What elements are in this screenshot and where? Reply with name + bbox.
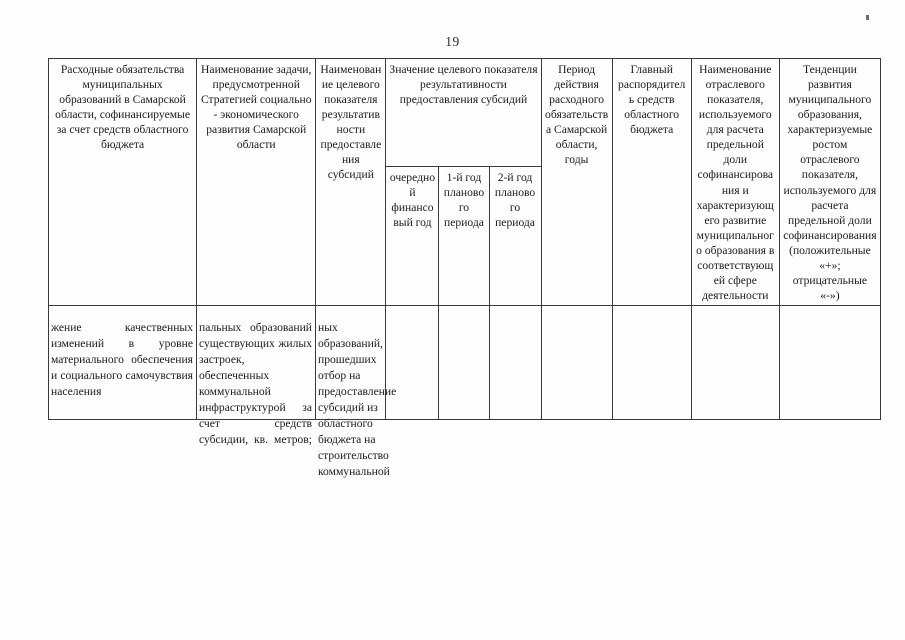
- table-header-row-top: Расходные обязательства муниципальных об…: [47, 58, 882, 306]
- continued-text-block: жение качественных изменений в уровне ма…: [48, 320, 881, 480]
- header-cell-strategy-task-name: Наименование задачи, предусмотренной Стр…: [196, 58, 317, 306]
- header-cell-development-trends: Тенденции развития муниципального образо…: [778, 58, 882, 306]
- header-cell-obligation-period: Период действия расходного обязательства…: [540, 58, 613, 306]
- page-number: 19: [445, 34, 460, 49]
- continued-text-paragraph-2: пальных образований существующих жилых з…: [199, 321, 312, 446]
- header-cell-chief-administrator: Главный распорядитель средств областного…: [611, 58, 692, 306]
- scan-artifact-mark: [866, 15, 869, 20]
- header-cell-target-indicator-name: Наименование целевого показателя результ…: [315, 58, 387, 306]
- header-cell-sector-indicator-name: Наименование отраслевого показателя, исп…: [690, 58, 780, 306]
- continued-text-column-target-indicator: пальных образований существующих жилых з…: [196, 320, 315, 448]
- header-cell-second-planning-year: 2-й год планового периода: [488, 165, 542, 307]
- header-cell-current-financial-year: очередной финансовый год: [385, 165, 440, 307]
- continued-text-paragraph-1: жение качественных изменений в уровне ма…: [51, 321, 193, 398]
- continued-text-paragraph-3: ных образований, прошедших отбор на пред…: [318, 321, 397, 478]
- header-cell-expenditure-obligations: Расходные обязательства муниципальных об…: [47, 58, 198, 306]
- header-cell-target-indicator-value-group: Значение целевого показателя результатив…: [385, 58, 542, 167]
- continued-text-column-strategy-task: жение качественных изменений в уровне ма…: [48, 320, 196, 400]
- header-cell-first-planning-year: 1-й год планового периода: [438, 165, 490, 307]
- document-page: 19 Расходные обязательства муниципальных…: [0, 0, 905, 640]
- continued-text-column-current-year: ных образований, прошедших отбор на пред…: [315, 320, 397, 480]
- continued-text-columns: жение качественных изменений в уровне ма…: [48, 320, 881, 480]
